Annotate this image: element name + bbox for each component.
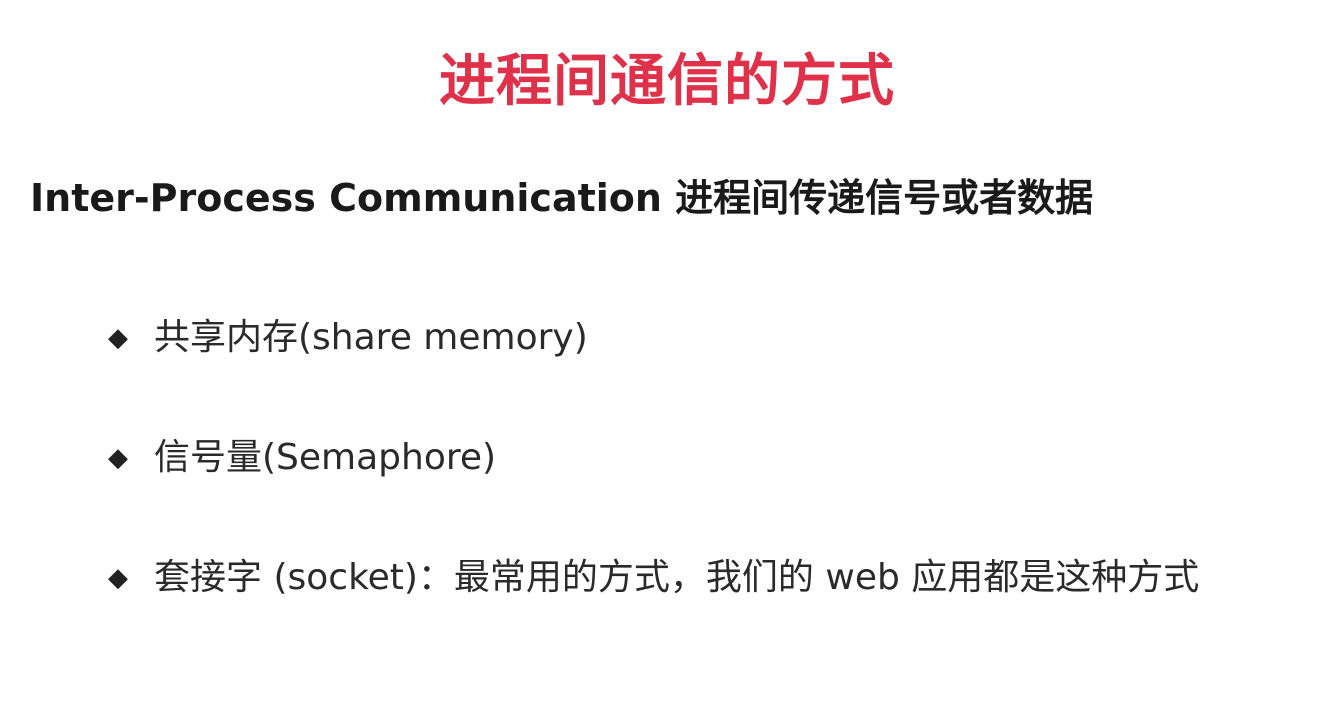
slide-subtitle: Inter-Process Communication 进程间传递信号或者数据 [30, 176, 1094, 220]
bullet-text-shared-memory: 共享内存(share memory) [154, 317, 588, 358]
bullet-list: ◆ 共享内存(share memory) ◆ 信号量(Semaphore) ◆ … [108, 308, 1199, 668]
diamond-bullet-icon: ◆ [108, 563, 128, 593]
list-item: ◆ 共享内存(share memory) [108, 308, 1199, 368]
list-item: ◆ 信号量(Semaphore) [108, 428, 1199, 488]
slide: 进程间通信的方式 Inter-Process Communication 进程间… [0, 0, 1334, 701]
bullet-text-socket: 套接字 (socket)：最常用的方式，我们的 web 应用都是这种方式 [154, 557, 1200, 598]
bullet-text-semaphore: 信号量(Semaphore) [154, 437, 497, 478]
diamond-bullet-icon: ◆ [108, 443, 128, 473]
list-item: ◆ 套接字 (socket)：最常用的方式，我们的 web 应用都是这种方式 [108, 548, 1199, 608]
diamond-bullet-icon: ◆ [108, 323, 128, 353]
slide-title: 进程间通信的方式 [439, 49, 895, 114]
